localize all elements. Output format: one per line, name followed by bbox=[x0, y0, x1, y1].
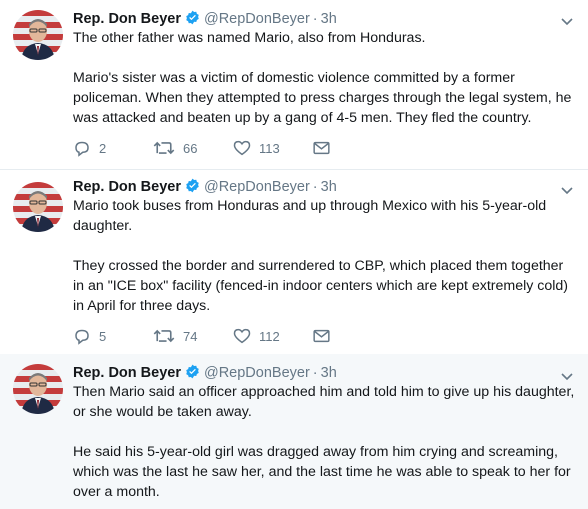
envelope-icon bbox=[313, 329, 330, 343]
tweet-paragraph: Mario's sister was a victim of domestic … bbox=[73, 70, 572, 126]
tweet-paragraph: The other father was named Mario, also f… bbox=[73, 30, 426, 46]
tweet-actions: 2 66 113 bbox=[73, 138, 330, 158]
tweet-actions: 5 74 112 bbox=[73, 326, 330, 346]
direct-message-button[interactable] bbox=[313, 329, 330, 343]
tweet[interactable]: Rep. Don Beyer @RepDonBeyer · 3h The oth… bbox=[0, 0, 588, 170]
retweet-count: 66 bbox=[183, 140, 198, 156]
retweet-button[interactable]: 66 bbox=[153, 140, 233, 156]
tweet-text: Mario took buses from Honduras and up th… bbox=[73, 196, 578, 316]
reply-count: 2 bbox=[99, 140, 107, 156]
reply-icon bbox=[75, 329, 89, 345]
separator: · bbox=[312, 365, 318, 381]
reply-button[interactable]: 2 bbox=[73, 140, 153, 157]
like-count: 112 bbox=[259, 328, 280, 344]
verified-badge-icon bbox=[185, 178, 200, 193]
retweet-count: 74 bbox=[183, 328, 198, 344]
display-name[interactable]: Rep. Don Beyer bbox=[73, 11, 181, 27]
avatar[interactable] bbox=[13, 182, 63, 232]
timestamp[interactable]: 3h bbox=[321, 365, 337, 381]
handle[interactable]: @RepDonBeyer bbox=[204, 11, 310, 27]
reply-icon bbox=[75, 141, 89, 157]
handle[interactable]: @RepDonBeyer bbox=[204, 365, 310, 381]
envelope-icon bbox=[313, 141, 330, 155]
like-count: 113 bbox=[259, 140, 280, 156]
tweet-paragraph: They crossed the border and surrendered … bbox=[73, 258, 569, 314]
chevron-down-icon[interactable] bbox=[560, 17, 574, 27]
tweet-paragraph: Mario took buses from Honduras and up th… bbox=[73, 198, 547, 234]
tweet-header: Rep. Don Beyer @RepDonBeyer · 3h bbox=[73, 8, 337, 28]
reply-button[interactable]: 5 bbox=[73, 328, 153, 345]
like-button[interactable]: 113 bbox=[233, 140, 313, 156]
chevron-down-icon[interactable] bbox=[560, 186, 574, 196]
retweet-icon bbox=[153, 329, 175, 343]
display-name[interactable]: Rep. Don Beyer bbox=[73, 365, 181, 381]
tweet-header: Rep. Don Beyer @RepDonBeyer · 3h bbox=[73, 176, 337, 196]
tweet-paragraph: Then Mario said an officer approached hi… bbox=[73, 384, 575, 420]
avatar[interactable] bbox=[13, 364, 63, 414]
retweet-button[interactable]: 74 bbox=[153, 328, 233, 344]
verified-badge-icon bbox=[185, 10, 200, 25]
timestamp[interactable]: 3h bbox=[321, 11, 337, 27]
display-name[interactable]: Rep. Don Beyer bbox=[73, 179, 181, 195]
retweet-icon bbox=[153, 141, 175, 155]
reply-count: 5 bbox=[99, 328, 107, 344]
heart-icon bbox=[233, 140, 251, 156]
heart-icon bbox=[233, 328, 251, 344]
handle[interactable]: @RepDonBeyer bbox=[204, 179, 310, 195]
tweet-text: The other father was named Mario, also f… bbox=[73, 28, 578, 128]
direct-message-button[interactable] bbox=[313, 141, 330, 155]
verified-badge-icon bbox=[185, 364, 200, 379]
tweet-selected[interactable]: Rep. Don Beyer @RepDonBeyer · 3h Then Ma… bbox=[0, 354, 588, 509]
tweet-paragraph: He said his 5-year-old girl was dragged … bbox=[73, 444, 571, 500]
like-button[interactable]: 112 bbox=[233, 328, 313, 344]
separator: · bbox=[312, 179, 318, 195]
chevron-down-icon[interactable] bbox=[560, 372, 574, 382]
tweet[interactable]: Rep. Don Beyer @RepDonBeyer · 3h Mario t… bbox=[0, 170, 588, 354]
tweet-text: Then Mario said an officer approached hi… bbox=[73, 382, 578, 502]
separator: · bbox=[312, 11, 318, 27]
timestamp[interactable]: 3h bbox=[321, 179, 337, 195]
tweet-header: Rep. Don Beyer @RepDonBeyer · 3h bbox=[73, 362, 337, 382]
avatar[interactable] bbox=[13, 10, 63, 60]
